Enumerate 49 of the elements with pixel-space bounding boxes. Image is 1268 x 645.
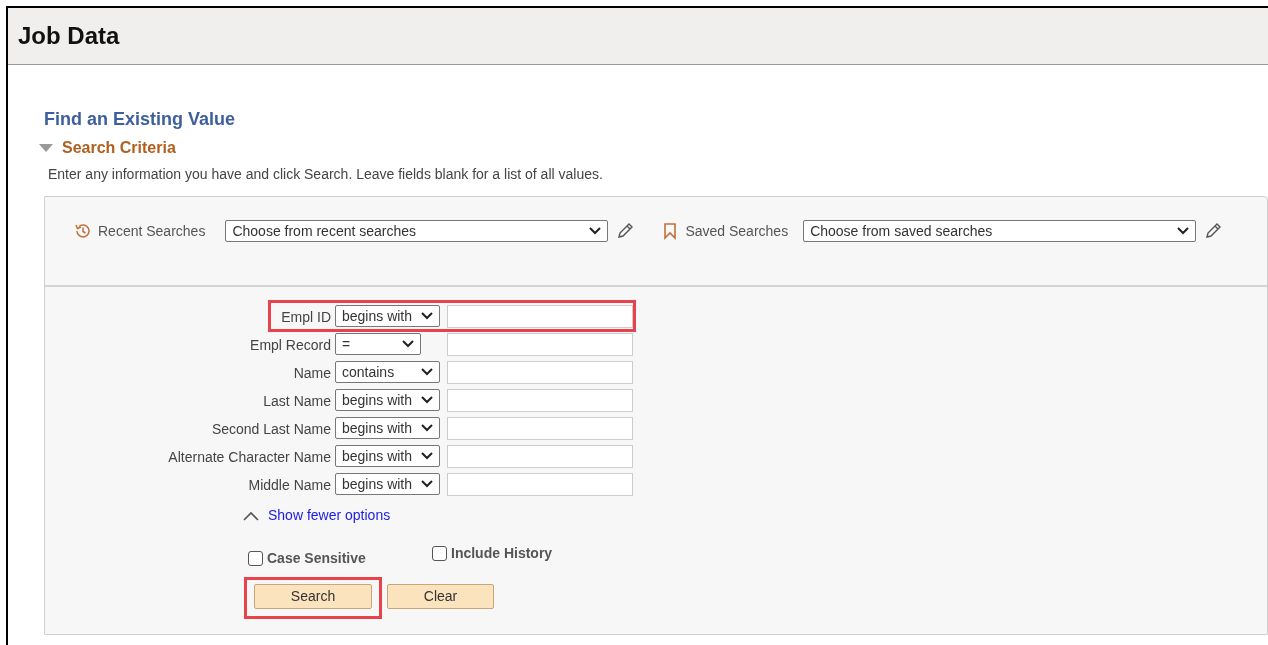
chevron-down-icon (421, 312, 433, 320)
history-icon (74, 222, 92, 240)
page-title: Job Data (18, 21, 120, 51)
chevron-down-icon (421, 424, 433, 432)
value-field[interactable] (447, 445, 633, 468)
operator-dropdown[interactable]: begins with (335, 305, 440, 327)
show-fewer-link[interactable]: Show fewer options (268, 505, 391, 526)
operator-dropdown[interactable]: begins with (335, 389, 440, 411)
operator-dropdown[interactable]: contains (335, 361, 440, 383)
chevron-down-icon (1177, 227, 1190, 235)
field-label: Second Last Name (210, 420, 332, 439)
field-label: Empl ID (280, 308, 332, 327)
search-button[interactable]: Search (254, 584, 372, 609)
field-label: Middle Name (247, 476, 332, 495)
field-label: Empl Record (249, 336, 332, 355)
chevron-down-icon (421, 396, 433, 404)
value-field[interactable] (447, 417, 633, 440)
value-field[interactable] (447, 333, 633, 356)
chevron-down-icon (421, 452, 433, 460)
saved-searches-dropdown[interactable]: Choose from saved searches (803, 220, 1197, 242)
instructions-text: Enter any information you have and click Search. Leave fields blank for a list of all values. (48, 165, 604, 183)
checkbox-label: Case Sensitive (267, 549, 366, 568)
chevron-down-icon (589, 227, 602, 235)
bookmark-icon (663, 222, 678, 240)
recent-searches-dropdown[interactable]: Choose from recent searches (225, 220, 609, 242)
operator-dropdown[interactable]: begins with (335, 473, 440, 495)
recent-searches-label: Recent Searches (98, 221, 206, 241)
chevron-down-icon (402, 340, 414, 348)
value-field[interactable] (447, 305, 633, 328)
checkbox-label: Include History (451, 544, 553, 563)
collapse-triangle-icon[interactable] (38, 143, 54, 153)
field-label: Name (292, 364, 332, 383)
chevron-down-icon (421, 368, 433, 376)
chevron-down-icon (421, 480, 433, 488)
operator-dropdown[interactable]: = (335, 333, 421, 355)
chevron-up-icon[interactable] (243, 510, 259, 521)
value-field[interactable] (447, 473, 633, 496)
section-title[interactable]: Search Criteria (62, 138, 176, 158)
operator-dropdown[interactable]: begins with (335, 445, 440, 467)
value-field[interactable] (447, 389, 633, 412)
clear-button[interactable]: Clear (387, 584, 494, 609)
field-label: Alternate Character Name (167, 448, 332, 467)
page-heading: Find an Existing Value (44, 108, 237, 131)
value-field[interactable] (447, 361, 633, 384)
checkbox[interactable] (248, 551, 263, 566)
checkbox[interactable] (432, 546, 447, 561)
saved-searches-label: Saved Searches (685, 221, 789, 241)
operator-dropdown[interactable]: begins with (335, 417, 440, 439)
field-label: Last Name (262, 392, 332, 411)
